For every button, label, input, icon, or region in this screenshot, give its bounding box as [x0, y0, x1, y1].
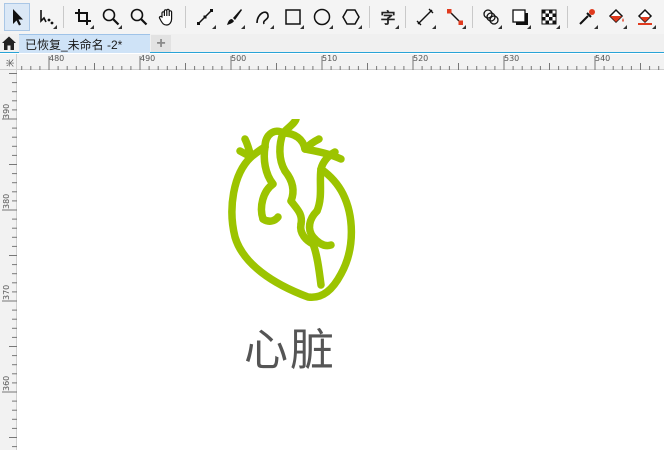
crop-tool-button[interactable]: [70, 3, 96, 31]
add-tab-button[interactable]: +: [151, 35, 171, 52]
plus-icon: +: [156, 34, 166, 52]
ruler-label: 370: [2, 284, 11, 300]
eyedropper-tool-button[interactable]: [574, 3, 600, 31]
ruler-label: 500: [231, 54, 247, 63]
magnifier-icon: [130, 8, 148, 26]
freehand-tool-button[interactable]: [192, 3, 218, 31]
zoom-icon: [102, 8, 120, 26]
pan-tool-button[interactable]: [154, 3, 180, 31]
ruler-label: 530: [504, 54, 520, 63]
home-icon: [2, 36, 16, 50]
eyedropper-icon: [579, 9, 595, 25]
fill-bucket-icon: [608, 8, 624, 24]
ruler-label: 490: [140, 54, 156, 63]
ruler-label: 520: [413, 54, 429, 63]
zoom-out-tool-button[interactable]: [126, 3, 152, 31]
polygon-tool-button[interactable]: [338, 3, 364, 31]
ruler-label: 380: [2, 193, 11, 209]
smart-fill-tool-button[interactable]: [632, 3, 658, 31]
tab-document[interactable]: 已恢复_未命名 -2*: [19, 34, 150, 53]
pen-curve-icon: [256, 11, 269, 25]
pick-tool-button[interactable]: [4, 3, 30, 31]
shape-tool-button[interactable]: [33, 3, 59, 31]
parallel-dimension-tool-button[interactable]: [412, 3, 438, 31]
horizontal-ruler[interactable]: 480 490 500 510 520 530 540: [17, 54, 664, 70]
connector-tool-button[interactable]: [442, 3, 468, 31]
crop-icon: [75, 9, 91, 25]
ruler-label: 510: [322, 54, 338, 63]
ruler-label: 390: [2, 103, 11, 119]
drop-shadow-tool-button[interactable]: [507, 3, 533, 31]
freehand-line-icon: [197, 9, 213, 25]
ellipse-tool-button[interactable]: [309, 3, 335, 31]
hand-icon: [158, 8, 173, 26]
transparency-tool-button[interactable]: [536, 3, 562, 31]
text-tool-button[interactable]: 字: [375, 3, 401, 31]
blend-icon: [483, 9, 499, 25]
arrow-cursor-icon: [13, 9, 23, 26]
vertical-ruler-ticks: [2, 73, 17, 448]
main-toolbar: 字: [0, 0, 664, 34]
text-icon: 字: [380, 8, 396, 27]
pen-tool-button[interactable]: [250, 3, 276, 31]
artistic-media-tool-button[interactable]: [221, 3, 247, 31]
node-edit-icon: [40, 10, 54, 25]
heart-organ-icon[interactable]: [223, 119, 368, 309]
polygon-icon: [342, 9, 360, 25]
ruler-origin[interactable]: 米: [0, 54, 17, 70]
transparency-icon: [541, 9, 557, 25]
horizontal-ruler-ticks: [21, 56, 660, 70]
drop-shadow-icon: [512, 9, 528, 25]
drawing-canvas[interactable]: 心脏: [18, 71, 664, 450]
tab-document-label: 已恢复_未命名 -2*: [25, 37, 123, 52]
fill-bucket-red-icon: [637, 8, 653, 25]
canvas-caption[interactable]: 心脏: [244, 329, 336, 373]
ellipse-icon: [313, 8, 331, 26]
blend-tool-button[interactable]: [478, 3, 504, 31]
rectangle-icon: [285, 9, 301, 25]
connector-icon: [447, 9, 463, 25]
dimension-line-icon: [416, 8, 434, 26]
ruler-label: 360: [2, 375, 11, 391]
rectangle-tool-button[interactable]: [280, 3, 306, 31]
home-button[interactable]: [0, 34, 18, 52]
brush-icon: [227, 9, 242, 25]
ruler-label: 540: [595, 54, 611, 63]
document-tab-bar: 已恢复_未命名 -2* +: [0, 34, 664, 53]
interactive-fill-tool-button[interactable]: [603, 3, 629, 31]
ruler-unit-label: 米: [6, 59, 15, 67]
zoom-tool-button[interactable]: [98, 3, 124, 31]
ruler-label: 480: [49, 54, 65, 63]
vertical-ruler[interactable]: 390 380 370 360: [0, 70, 17, 450]
